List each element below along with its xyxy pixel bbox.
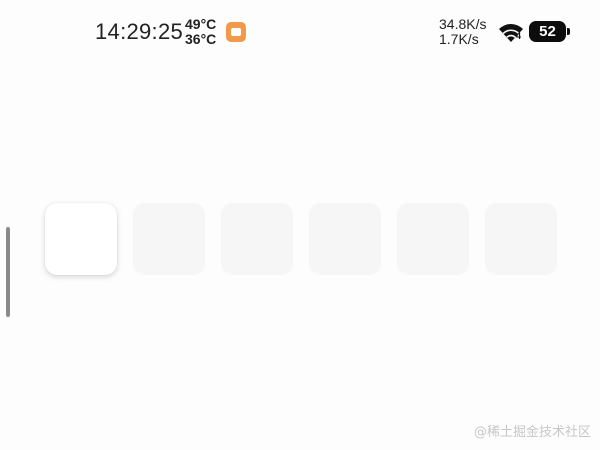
battery-icon: 52: [529, 21, 566, 42]
card-item-6[interactable]: [485, 203, 557, 275]
card-item-2[interactable]: [133, 203, 205, 275]
wifi-signal-badge: 4: [516, 31, 522, 41]
card-item-1[interactable]: [45, 203, 117, 275]
battery-tip: [567, 28, 570, 35]
status-bar: 14:29:25 49°C 36°C 34.8K/s 1.7K/s 4 52: [0, 0, 600, 62]
card-item-3[interactable]: [221, 203, 293, 275]
temperature-readout: 49°C 36°C: [185, 17, 216, 47]
temperature-high: 49°C: [185, 16, 217, 32]
clock: 14:29:25: [95, 19, 184, 44]
edge-scroll-handle[interactable]: [6, 227, 10, 317]
battery-level: 52: [539, 23, 556, 40]
card-item-5[interactable]: [397, 203, 469, 275]
temperature-low: 36°C: [185, 31, 217, 47]
card-row: [45, 203, 565, 275]
message-icon: [226, 22, 246, 42]
card-item-4[interactable]: [309, 203, 381, 275]
network-download-speed: 1.7K/s: [439, 31, 479, 47]
watermark: @稀土掘金技术社区: [474, 425, 592, 440]
network-speed: 34.8K/s 1.7K/s: [439, 17, 486, 47]
network-upload-speed: 34.8K/s: [439, 16, 487, 32]
